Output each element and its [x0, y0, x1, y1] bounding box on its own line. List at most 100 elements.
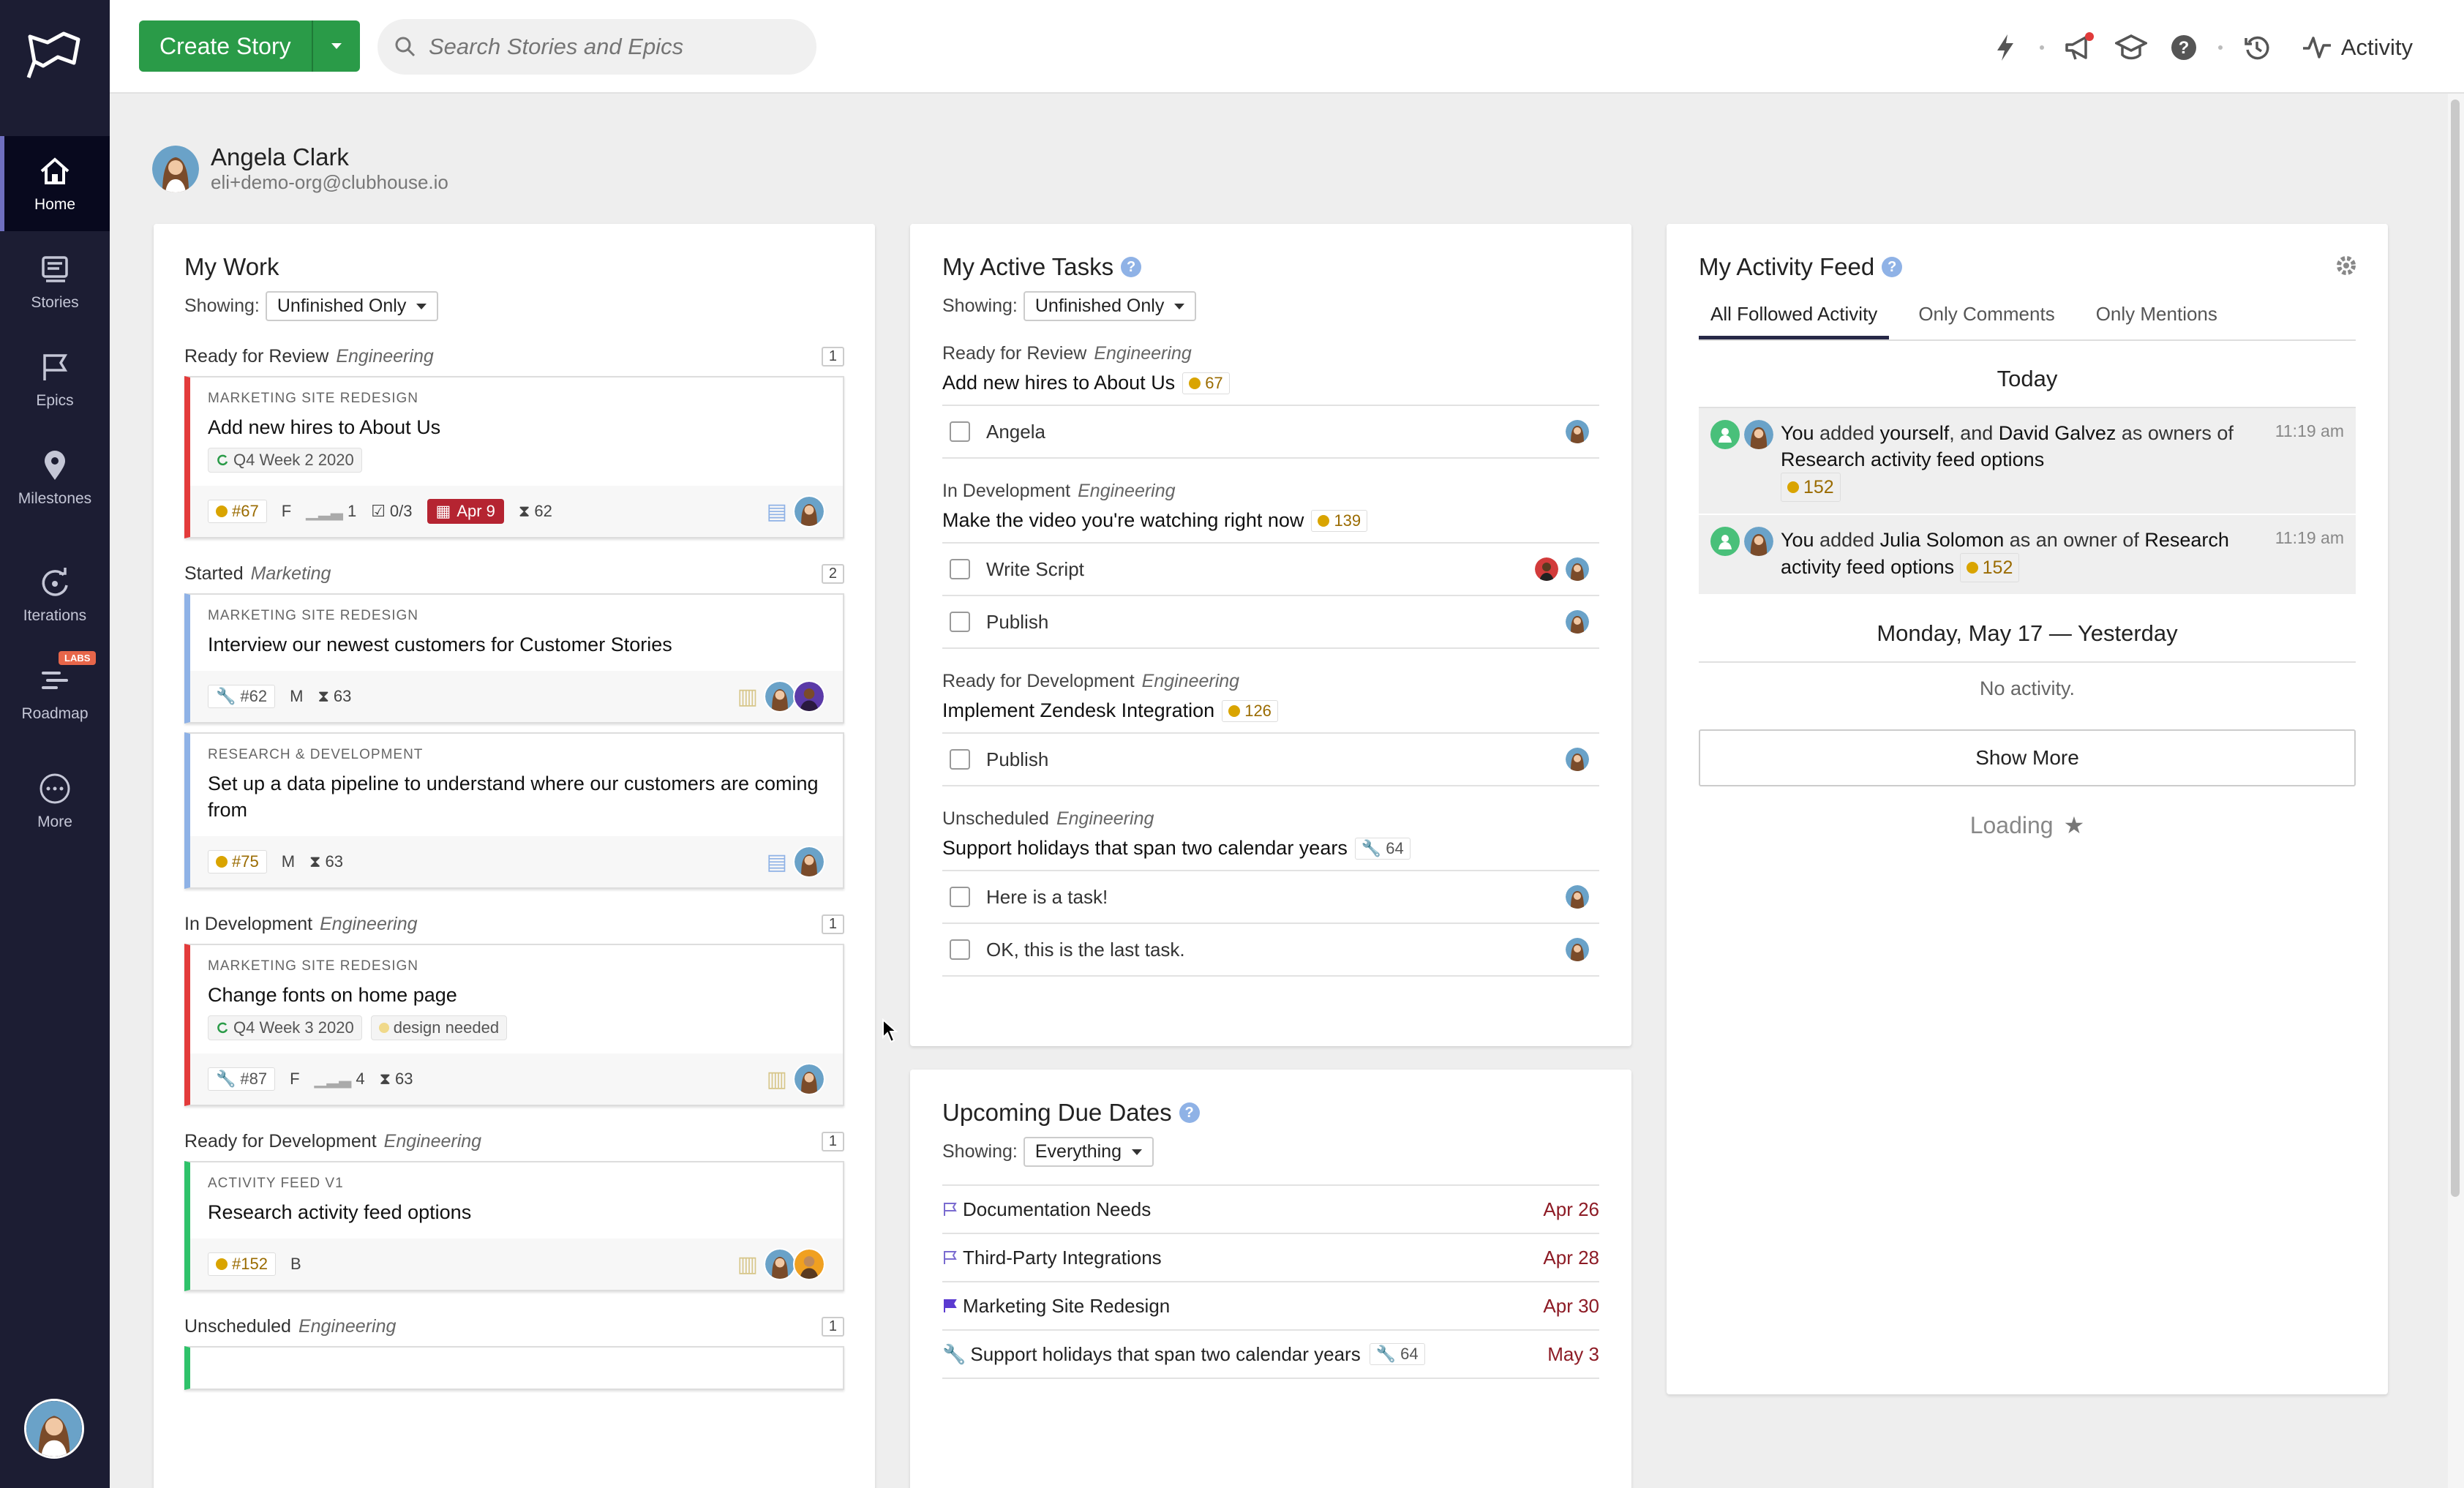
task-checkbox[interactable]: [950, 559, 970, 579]
tab-all-followed-activity[interactable]: All Followed Activity: [1699, 296, 1890, 339]
help-icon[interactable]: ?: [1179, 1102, 1200, 1123]
owner-avatar[interactable]: [1566, 610, 1589, 634]
task-checkbox[interactable]: [950, 749, 970, 770]
owner-avatar[interactable]: [793, 846, 825, 878]
feed-story-link[interactable]: Research activity feed options: [1781, 448, 2044, 470]
task-story-name[interactable]: Implement Zendesk Integration 126: [942, 699, 1599, 734]
create-story-dropdown[interactable]: [312, 20, 360, 72]
owner-avatar[interactable]: [1566, 748, 1589, 771]
show-more-button[interactable]: Show More: [1699, 729, 2356, 786]
owner-avatar[interactable]: [1566, 557, 1589, 581]
story-id-pill[interactable]: 152: [1781, 473, 1841, 502]
story-id[interactable]: #67: [208, 500, 267, 523]
owner-avatar[interactable]: [793, 495, 825, 527]
story-id[interactable]: #75: [208, 850, 267, 873]
feed-item[interactable]: You added yourself, and David Galvez as …: [1699, 408, 2356, 515]
task-checkbox[interactable]: [950, 612, 970, 632]
task-checkbox[interactable]: [950, 887, 970, 907]
nav-home-label: Home: [34, 196, 76, 213]
current-user-avatar[interactable]: [24, 1399, 84, 1459]
story-card[interactable]: RESEARCH & DEVELOPMENT Set up a data pip…: [184, 732, 844, 889]
story-id-pill[interactable]: 🔧 64: [1354, 837, 1411, 860]
nav-roadmap[interactable]: LABS Roadmap: [0, 645, 110, 740]
lightning-icon[interactable]: [1987, 29, 2024, 66]
iteration-label[interactable]: Q4 Week 2 2020: [208, 448, 362, 473]
nav-milestones[interactable]: Milestones: [0, 430, 110, 525]
owner-avatar[interactable]: [793, 1063, 825, 1095]
help-icon[interactable]: ?: [1121, 257, 1142, 277]
task-row[interactable]: Publish: [942, 734, 1599, 786]
owner-avatar[interactable]: [793, 680, 825, 713]
task-row[interactable]: Write Script: [942, 544, 1599, 596]
task-row[interactable]: OK, this is the last task.: [942, 924, 1599, 977]
scrollbar-thumb[interactable]: [2451, 99, 2460, 1197]
announcements-icon[interactable]: [2060, 29, 2097, 66]
search-bar[interactable]: [378, 19, 816, 75]
task-checkbox[interactable]: [950, 939, 970, 960]
story-id-pill[interactable]: 139: [1311, 509, 1368, 532]
nav-stories[interactable]: Stories: [0, 234, 110, 329]
due-item[interactable]: Marketing Site Redesign Apr 30: [942, 1282, 1599, 1331]
help-icon[interactable]: ?: [1882, 257, 1903, 277]
nav-epics[interactable]: Epics: [0, 332, 110, 427]
feed-bold-part[interactable]: David Galvez: [1999, 422, 2116, 444]
actor-name[interactable]: You: [1781, 529, 1814, 551]
story-card[interactable]: [184, 1346, 844, 1390]
owner-avatar[interactable]: [1535, 557, 1558, 581]
nav-more[interactable]: More: [0, 754, 110, 849]
iteration-label[interactable]: Q4 Week 3 2020: [208, 1015, 362, 1040]
task-row[interactable]: Here is a task!: [942, 871, 1599, 924]
activity-link[interactable]: Activity: [2302, 34, 2413, 61]
due-item[interactable]: Documentation Needs Apr 26: [942, 1186, 1599, 1234]
story-id[interactable]: 🔧 #87: [208, 1067, 276, 1091]
clubhouse-logo-icon[interactable]: [26, 29, 83, 80]
my-work-filter-dropdown[interactable]: Unfinished Only: [265, 291, 439, 321]
story-id[interactable]: #152: [208, 1252, 276, 1276]
story-card[interactable]: ACTIVITY FEED V1 Research activity feed …: [184, 1161, 844, 1291]
owner-avatar[interactable]: [1566, 420, 1589, 443]
story-id[interactable]: 🔧 #62: [208, 685, 276, 708]
create-story-button[interactable]: Create Story: [139, 20, 360, 72]
task-story: In Development Engineering Make the video…: [942, 481, 1599, 649]
feed-item[interactable]: You added Julia Solomon as an owner of R…: [1699, 515, 2356, 595]
owner-avatar[interactable]: [764, 1248, 796, 1280]
due-item[interactable]: Third-Party Integrations Apr 28: [942, 1234, 1599, 1282]
actor-name[interactable]: You: [1781, 422, 1814, 444]
gear-icon[interactable]: [2334, 253, 2359, 278]
story-card[interactable]: MARKETING SITE REDESIGN Interview our ne…: [184, 593, 844, 724]
search-input[interactable]: [429, 34, 809, 60]
story-id-pill[interactable]: 67: [1182, 372, 1230, 394]
nav-home[interactable]: Home: [0, 136, 110, 231]
nav-iterations[interactable]: Iterations: [0, 547, 110, 642]
history-icon[interactable]: [2239, 29, 2275, 66]
story-card[interactable]: MARKETING SITE REDESIGN Change fonts on …: [184, 944, 844, 1106]
task-story-name[interactable]: Add new hires to About Us 67: [942, 372, 1599, 406]
label-tag[interactable]: design needed: [370, 1015, 508, 1040]
story-id-pill[interactable]: 126: [1222, 699, 1278, 722]
active-tasks-filter-dropdown[interactable]: Unfinished Only: [1023, 291, 1197, 321]
task-story-name[interactable]: Support holidays that span two calendar …: [942, 837, 1599, 871]
task-row[interactable]: Publish: [942, 596, 1599, 649]
task-checkbox[interactable]: [950, 421, 970, 442]
story-id-pill[interactable]: 152: [1959, 553, 2020, 582]
story-card[interactable]: MARKETING SITE REDESIGN Add new hires to…: [184, 376, 844, 538]
help-icon[interactable]: ?: [2166, 29, 2202, 66]
tab-only-comments[interactable]: Only Comments: [1907, 296, 2066, 339]
owner-avatar[interactable]: [764, 680, 796, 713]
task-row[interactable]: Angela: [942, 406, 1599, 459]
learning-cap-icon[interactable]: [2113, 29, 2149, 66]
story-id-text: 152: [1982, 557, 2013, 578]
owner-avatar[interactable]: [793, 1248, 825, 1280]
due-item[interactable]: 🔧 Support holidays that span two calenda…: [942, 1331, 1599, 1379]
owner-avatar[interactable]: [1566, 885, 1589, 909]
due-dates-filter-dropdown[interactable]: Everything: [1023, 1137, 1154, 1167]
story-id-pill[interactable]: 🔧 64: [1369, 1343, 1425, 1365]
page-scrollbar[interactable]: [2448, 94, 2464, 1488]
feature-icon: [1228, 704, 1241, 717]
task-story-name[interactable]: Make the video you're watching right now…: [942, 509, 1599, 544]
owner-avatar[interactable]: [1566, 938, 1589, 961]
story-id-text: #152: [232, 1255, 268, 1273]
feed-bold-part[interactable]: Julia Solomon: [1880, 529, 2005, 551]
tab-only-mentions[interactable]: Only Mentions: [2084, 296, 2229, 339]
task-owners: [1566, 420, 1599, 443]
